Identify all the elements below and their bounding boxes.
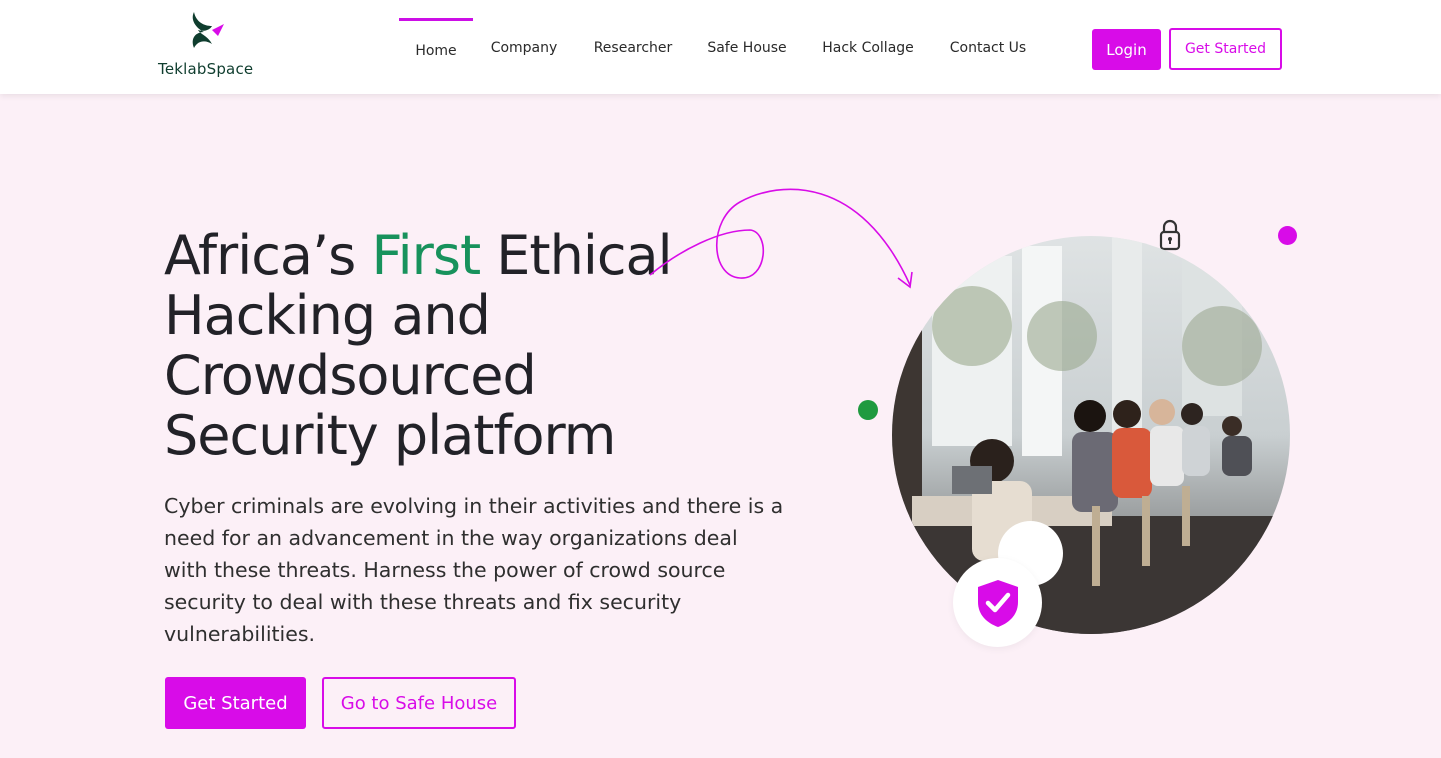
nav-item-company[interactable]: Company — [479, 18, 569, 78]
shield-badge — [953, 558, 1042, 647]
header-get-started-button[interactable]: Get Started — [1169, 28, 1282, 70]
teklabspace-logo-icon — [192, 12, 224, 48]
nav-item-contact-us[interactable]: Contact Us — [939, 18, 1037, 78]
people-working-photo — [892, 236, 1290, 634]
shield-check-icon — [977, 579, 1018, 627]
lock-icon — [1159, 219, 1181, 251]
people-working-illustration — [892, 236, 1290, 634]
brand-name: TeklabSpace — [158, 60, 254, 78]
hero-description: Cyber criminals are evolving in their ac… — [164, 494, 784, 646]
brand-logo[interactable]: TeklabSpace — [158, 10, 258, 82]
hero-title-part1: Africa’s — [164, 224, 372, 287]
nav-item-safe-house[interactable]: Safe House — [699, 18, 795, 78]
nav-item-home[interactable]: Home — [399, 18, 473, 78]
decorative-pink-dot — [1278, 226, 1297, 245]
curly-arrow-icon — [649, 188, 913, 289]
nav-item-hack-collage[interactable]: Hack Collage — [813, 18, 923, 78]
site-header: TeklabSpace Home Company Researcher Safe… — [0, 0, 1441, 94]
login-button[interactable]: Login — [1092, 29, 1161, 70]
decorative-green-dot — [858, 400, 878, 420]
nav-item-researcher[interactable]: Researcher — [585, 18, 681, 78]
hero-get-started-button[interactable]: Get Started — [165, 677, 306, 729]
hero-title-highlight: First — [371, 224, 481, 287]
go-to-safe-house-button[interactable]: Go to Safe House — [322, 677, 516, 729]
